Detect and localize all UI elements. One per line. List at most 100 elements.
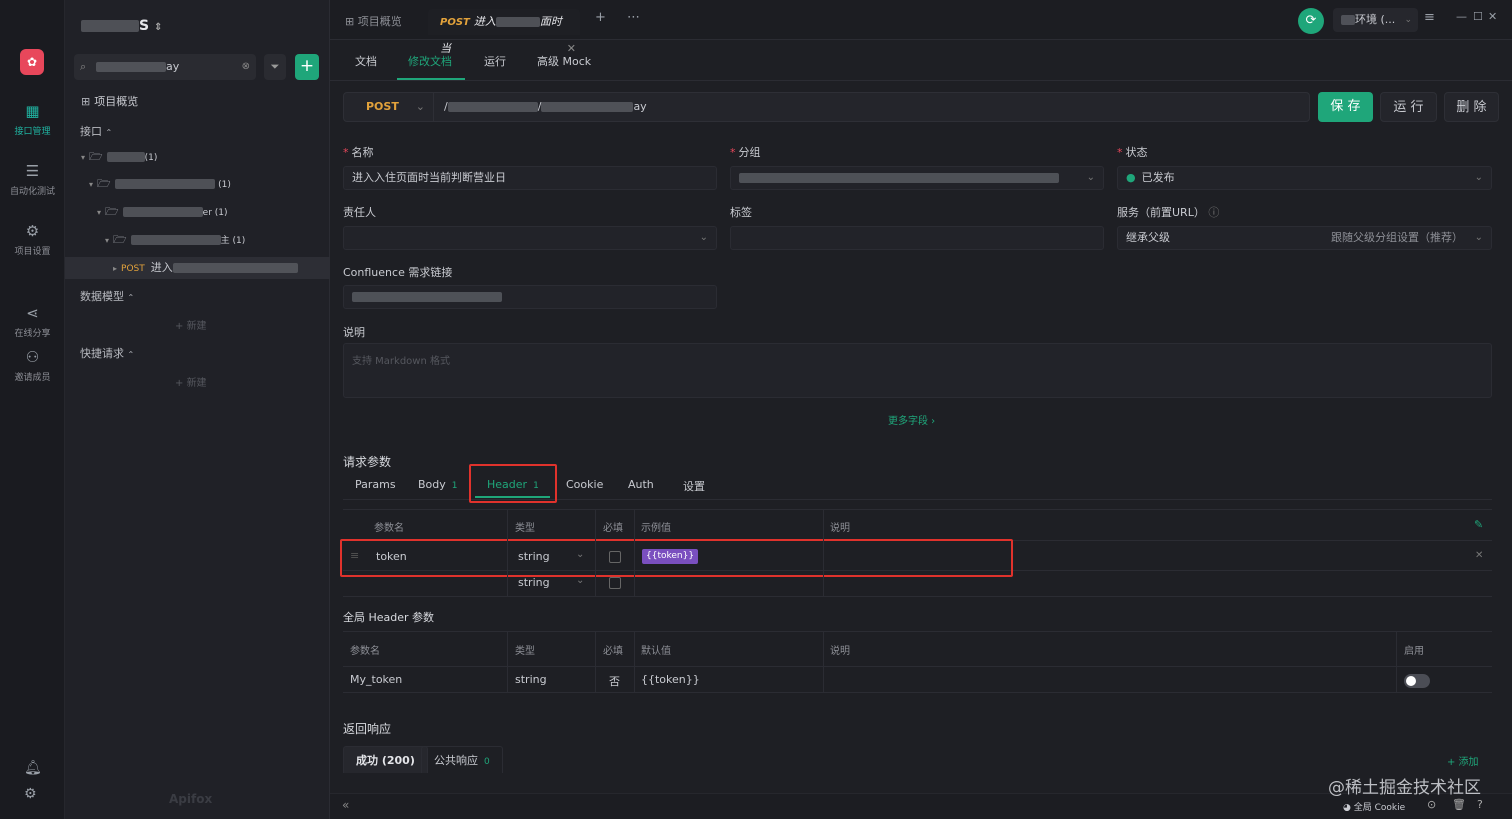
- col-header: 必填: [603, 646, 623, 657]
- method-badge: POST: [121, 264, 145, 274]
- section-label: 快捷请求: [80, 347, 124, 360]
- delete-row-icon[interactable]: ✕: [1475, 550, 1483, 561]
- description-placeholder: 支持 Markdown 格式: [352, 356, 450, 367]
- divider: [634, 509, 635, 596]
- url-input[interactable]: / / ay: [444, 93, 647, 121]
- tab-run[interactable]: 运行: [484, 53, 506, 69]
- quick-request-section-head[interactable]: 快捷请求 ⌃: [80, 345, 134, 361]
- tab-settings[interactable]: 设置: [683, 478, 705, 494]
- collapse-sidebar-icon[interactable]: «: [342, 798, 349, 812]
- search-input[interactable]: ⌕ ay ⊗: [74, 54, 256, 80]
- environment-label: 环境 (...: [1355, 13, 1396, 26]
- delete-button[interactable]: 删 除: [1444, 92, 1499, 122]
- tree-folder[interactable]: ▾ 🗁︎ er (1): [65, 201, 330, 223]
- main-panel: 文档 修改文档 运行 高级 Mock POST ⌄ / / ay 保 存 运 行 删…: [330, 40, 1512, 819]
- tab-cookie[interactable]: Cookie: [566, 478, 603, 491]
- clear-icon[interactable]: ⊗: [242, 54, 250, 80]
- project-selector[interactable]: S ⇕: [81, 18, 162, 34]
- tab-project-overview[interactable]: ⊞ 项目概览: [333, 9, 414, 35]
- filter-icon: ⏷: [270, 60, 280, 73]
- data-model-section-head[interactable]: 数据模型 ⌃: [80, 288, 134, 304]
- minimize-icon[interactable]: —: [1456, 10, 1467, 23]
- sync-icon[interactable]: ⟳: [1298, 8, 1324, 34]
- name-input[interactable]: 进入入住页面时当前判断营业日: [343, 166, 717, 190]
- tab-common-response[interactable]: 公共响应 0: [421, 746, 503, 773]
- section-label: 数据模型: [80, 290, 124, 303]
- redacted-text: [172, 263, 298, 273]
- tags-input[interactable]: [730, 226, 1104, 250]
- group-select[interactable]: ⌄: [730, 166, 1104, 190]
- environment-select[interactable]: 环境 (... ⌄: [1333, 8, 1418, 32]
- rail-item-share[interactable]: ⋖ 在线分享: [0, 304, 65, 339]
- folder-icon: 🗁︎: [105, 205, 119, 218]
- more-fields-link[interactable]: 更多字段 ›: [888, 412, 935, 427]
- method-select[interactable]: POST ⌄: [344, 93, 434, 121]
- enable-toggle[interactable]: [1404, 674, 1430, 688]
- chevron-down-icon: ⌄: [1086, 172, 1095, 183]
- redacted-text: [106, 152, 145, 162]
- tab-edit-doc[interactable]: 修改文档: [408, 53, 452, 69]
- trash-icon[interactable]: 🗑︎: [1452, 798, 1466, 811]
- rail-item-invite[interactable]: ⚇ 邀请成员: [0, 348, 65, 383]
- request-params-title: 请求参数: [343, 455, 392, 469]
- window-close-icon[interactable]: ✕: [1488, 10, 1497, 23]
- service-select[interactable]: 继承父级 跟随父级分组设置（推荐） ⌄: [1117, 226, 1492, 250]
- group-label: * 分组: [730, 146, 761, 159]
- tree-folder[interactable]: ▾ 🗁︎ (1): [65, 173, 330, 195]
- maximize-icon[interactable]: ☐: [1473, 10, 1483, 23]
- new-tab-icon[interactable]: +: [595, 10, 606, 25]
- count-badge: 1: [451, 481, 458, 491]
- save-button[interactable]: 保 存: [1318, 92, 1373, 122]
- status-select[interactable]: ● 已发布 ⌄: [1117, 166, 1492, 190]
- help-icon[interactable]: ?: [1477, 798, 1483, 811]
- confluence-input[interactable]: [343, 285, 717, 309]
- add-response-link[interactable]: + 添加: [1447, 753, 1479, 768]
- tab-success-200[interactable]: 成功 (200): [343, 746, 428, 773]
- settings-gear-icon[interactable]: ⚙: [24, 786, 37, 802]
- global-param-required: 否: [609, 675, 620, 688]
- bulk-edit-icon[interactable]: ✎: [1474, 518, 1483, 531]
- add-button[interactable]: +: [295, 54, 319, 80]
- bell-icon[interactable]: 🔔︎: [24, 760, 42, 776]
- header-param-type[interactable]: string: [518, 576, 550, 589]
- annotation-highlight-box: [340, 539, 1013, 577]
- tab-endpoint[interactable]: POST 进入 面时当 ✕: [428, 9, 580, 55]
- more-icon[interactable]: ⋯: [627, 10, 640, 25]
- rail-item-automation[interactable]: ☰ 自动化测试: [0, 162, 65, 197]
- owner-select[interactable]: ⌄: [343, 226, 717, 250]
- global-cookie-button[interactable]: ◕ 全局 Cookie: [1343, 800, 1405, 813]
- sidebar-item-overview[interactable]: ⊞ 项目概览: [65, 91, 330, 113]
- tree-folder[interactable]: ▾ 🗁︎ (1): [65, 146, 330, 168]
- url-suffix: ay: [633, 100, 647, 113]
- target-icon[interactable]: ⊙: [1427, 798, 1436, 811]
- required-checkbox[interactable]: [609, 577, 621, 589]
- divider: [634, 631, 635, 692]
- service-label: 服务（前置URL） ⓘ: [1117, 206, 1220, 219]
- tree-item-endpoint[interactable]: ▸ POST 进入: [65, 257, 330, 279]
- col-header: 默认值: [641, 646, 671, 657]
- global-header-title: 全局 Header 参数: [343, 611, 435, 624]
- watermark: @稀土掘金技术社区: [1328, 778, 1481, 798]
- rail-item-project-settings[interactable]: ⚙ 项目设置: [0, 222, 65, 257]
- col-header: 类型: [515, 646, 535, 657]
- chevron-down-icon: ⌄: [1474, 232, 1483, 243]
- invite-member-icon: ⚇: [25, 348, 40, 366]
- tab-doc[interactable]: 文档: [355, 53, 377, 69]
- rail-item-api-management[interactable]: ▦ 接口管理: [0, 102, 65, 137]
- tab-advanced-mock[interactable]: 高级 Mock: [537, 53, 591, 69]
- interfaces-section-head[interactable]: 接口 ⌃: [80, 123, 112, 139]
- tree-folder[interactable]: ▾ 🗁︎ 主 (1): [65, 229, 330, 251]
- menu-icon[interactable]: ≡: [1424, 10, 1435, 25]
- description-textarea[interactable]: 支持 Markdown 格式: [343, 343, 1492, 398]
- new-quick-request-link[interactable]: + 新建: [175, 374, 207, 389]
- description-label: 说明: [343, 326, 365, 339]
- col-header: 启用: [1404, 646, 1424, 657]
- run-button[interactable]: 运 行: [1380, 92, 1437, 122]
- filter-button[interactable]: ⏷: [264, 54, 286, 80]
- tab-body[interactable]: Body 1: [418, 478, 458, 491]
- new-data-model-link[interactable]: + 新建: [175, 317, 207, 332]
- search-icon: ⌕: [80, 60, 87, 73]
- tab-params[interactable]: Params: [355, 478, 396, 491]
- help-icon[interactable]: ⓘ: [1208, 206, 1219, 219]
- tab-auth[interactable]: Auth: [628, 478, 654, 491]
